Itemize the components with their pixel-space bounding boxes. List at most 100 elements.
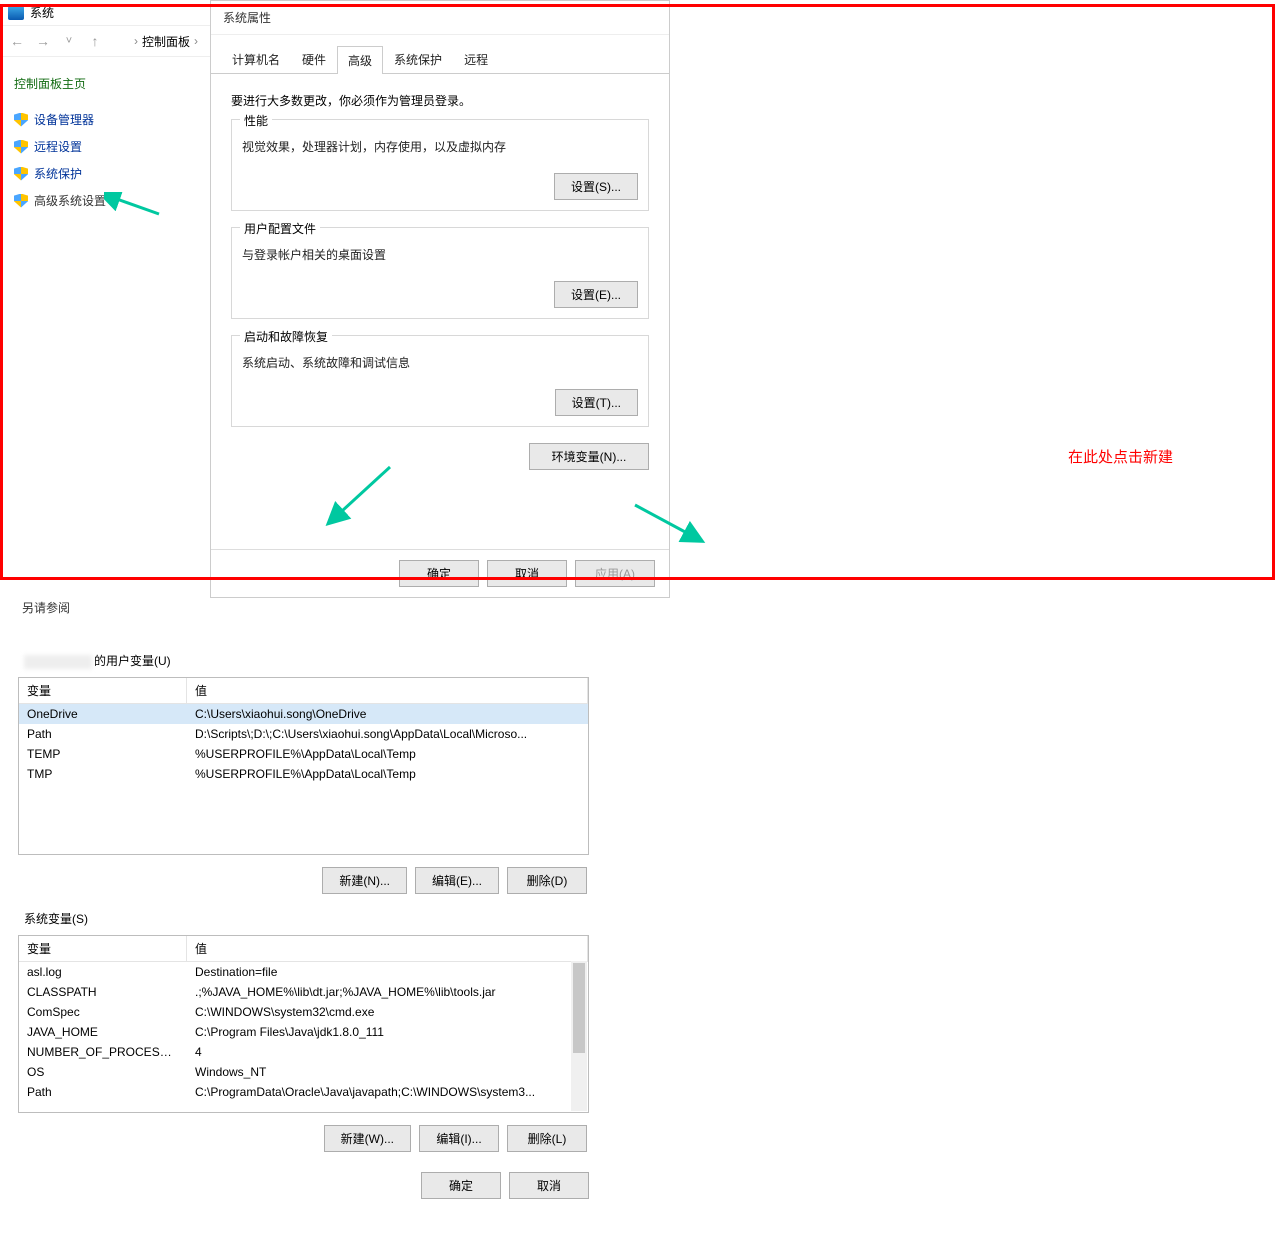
- sys-vars-label: 系统变量(S): [24, 910, 589, 927]
- ok-button[interactable]: 确定: [421, 1172, 501, 1199]
- cell-val: C:\ProgramData\Oracle\Java\javapath;C:\W…: [187, 1082, 588, 1102]
- breadcrumb[interactable]: › 控制面板 ›: [116, 33, 198, 50]
- env-vars-button[interactable]: 环境变量(N)...: [529, 443, 649, 470]
- system-control-panel: 系统 ← → ˅ ↑ › 控制面板 › 控制面板主页 设备管理器 远程设置 系统…: [0, 0, 210, 626]
- up-button[interactable]: ↑: [86, 32, 104, 50]
- table-body: OneDriveC:\Users\xiaohui.song\OneDrivePa…: [19, 704, 588, 854]
- table-row[interactable]: OneDriveC:\Users\xiaohui.song\OneDrive: [19, 704, 588, 724]
- tab-remote[interactable]: 远程: [453, 45, 499, 73]
- table-row[interactable]: NUMBER_OF_PROCESSORS4: [19, 1042, 588, 1062]
- dialog-actions: 确定 取消: [0, 1160, 607, 1211]
- table-row[interactable]: JAVA_HOMEC:\Program Files\Java\jdk1.8.0_…: [19, 1022, 588, 1042]
- startup-settings-button[interactable]: 设置(T)...: [555, 389, 638, 416]
- apply-button[interactable]: 应用(A): [575, 560, 655, 587]
- sidebar-device-manager[interactable]: 设备管理器: [14, 106, 196, 133]
- table-header: 变量 值: [19, 678, 588, 704]
- table-row[interactable]: TMP%USERPROFILE%\AppData\Local\Temp: [19, 764, 588, 784]
- tab-advanced[interactable]: 高级: [337, 46, 383, 74]
- sys-vars-table[interactable]: 变量 值 asl.logDestination=fileCLASSPATH.;%…: [18, 935, 589, 1113]
- nav-bar: ← → ˅ ↑ › 控制面板 ›: [0, 25, 210, 57]
- group-label: 启动和故障恢复: [240, 328, 332, 345]
- sys-vars-buttons: 新建(W)... 编辑(I)... 删除(L): [20, 1125, 587, 1152]
- table-row[interactable]: ComSpecC:\WINDOWS\system32\cmd.exe: [19, 1002, 588, 1022]
- cell-var: TEMP: [19, 744, 187, 764]
- sidebar-system-protection[interactable]: 系统保护: [14, 160, 196, 187]
- group-label: 性能: [240, 112, 272, 129]
- perf-settings-button[interactable]: 设置(S)...: [554, 173, 638, 200]
- sidebar: 控制面板主页 设备管理器 远程设置 系统保护 高级系统设置: [0, 57, 210, 232]
- cell-var: TMP: [19, 764, 187, 784]
- forward-button[interactable]: →: [34, 32, 52, 50]
- tab-bar: 计算机名 硬件 高级 系统保护 远程: [211, 35, 669, 74]
- col-var[interactable]: 变量: [19, 936, 187, 961]
- sys-delete-button[interactable]: 删除(L): [507, 1125, 587, 1152]
- startup-recovery-group: 启动和故障恢复 系统启动、系统故障和调试信息 设置(T)...: [231, 335, 649, 427]
- dialog-actions: 确定 取消 应用(A): [211, 549, 669, 597]
- table-row[interactable]: PathC:\ProgramData\Oracle\Java\javapath;…: [19, 1082, 588, 1102]
- shield-icon: [14, 140, 28, 154]
- tab-system-protection[interactable]: 系统保护: [383, 45, 453, 73]
- blurred-username: [24, 655, 92, 669]
- cancel-button[interactable]: 取消: [487, 560, 567, 587]
- cell-val: Destination=file: [187, 962, 588, 982]
- cell-var: Path: [19, 724, 187, 744]
- table-row[interactable]: asl.logDestination=file: [19, 962, 588, 982]
- user-delete-button[interactable]: 删除(D): [507, 867, 587, 894]
- history-dropdown[interactable]: ˅: [60, 32, 78, 50]
- cancel-button[interactable]: 取消: [509, 1172, 589, 1199]
- cell-val: %USERPROFILE%\AppData\Local\Temp: [187, 764, 588, 784]
- sys-edit-button[interactable]: 编辑(I)...: [419, 1125, 499, 1152]
- annotation-text: 在此处点击新建: [1068, 446, 1173, 467]
- cell-var: CLASSPATH: [19, 982, 187, 1002]
- col-var[interactable]: 变量: [19, 678, 187, 703]
- chevron-right-icon: ›: [194, 34, 198, 48]
- user-new-button[interactable]: 新建(N)...: [322, 867, 407, 894]
- shield-icon: [14, 167, 28, 181]
- cell-val: Windows_NT: [187, 1062, 588, 1082]
- shield-icon: [14, 194, 28, 208]
- col-val[interactable]: 值: [187, 936, 588, 961]
- cell-var: OneDrive: [19, 704, 187, 724]
- system-icon: [8, 6, 24, 20]
- tab-hardware[interactable]: 硬件: [291, 45, 337, 73]
- dialog-body: 要进行大多数更改，你必须作为管理员登录。 性能 视觉效果，处理器计划，内存使用，…: [211, 74, 669, 482]
- dialog-title: 系统属性: [211, 1, 669, 35]
- user-vars-section: 的用户变量(U) 变量 值 OneDriveC:\Users\xiaohui.s…: [0, 626, 607, 902]
- scrollbar-thumb[interactable]: [573, 963, 585, 1053]
- cell-val: 4: [187, 1042, 588, 1062]
- scrollbar[interactable]: [571, 961, 587, 1111]
- sys-vars-section: 系统变量(S) 变量 值 asl.logDestination=fileCLAS…: [0, 902, 607, 1160]
- system-icon: [116, 35, 130, 47]
- table-row[interactable]: PathD:\Scripts\;D:\;C:\Users\xiaohui.son…: [19, 724, 588, 744]
- sidebar-advanced-settings[interactable]: 高级系统设置: [14, 187, 196, 214]
- cell-val: %USERPROFILE%\AppData\Local\Temp: [187, 744, 588, 764]
- sys-new-button[interactable]: 新建(W)...: [324, 1125, 411, 1152]
- tab-computer-name[interactable]: 计算机名: [221, 45, 291, 73]
- ok-button[interactable]: 确定: [399, 560, 479, 587]
- sidebar-remote-settings[interactable]: 远程设置: [14, 133, 196, 160]
- env-vars-dialog: 的用户变量(U) 变量 值 OneDriveC:\Users\xiaohui.s…: [0, 626, 607, 1252]
- table-header: 变量 值: [19, 936, 588, 962]
- chevron-right-icon: ›: [134, 34, 138, 48]
- table-row[interactable]: TEMP%USERPROFILE%\AppData\Local\Temp: [19, 744, 588, 764]
- cell-var: Path: [19, 1082, 187, 1102]
- sidebar-header[interactable]: 控制面板主页: [14, 75, 196, 92]
- window-title: 系统: [30, 4, 54, 21]
- profile-settings-button[interactable]: 设置(E)...: [554, 281, 638, 308]
- user-edit-button[interactable]: 编辑(E)...: [415, 867, 499, 894]
- col-val[interactable]: 值: [187, 678, 588, 703]
- user-vars-table[interactable]: 变量 值 OneDriveC:\Users\xiaohui.song\OneDr…: [18, 677, 589, 855]
- back-button[interactable]: ←: [8, 32, 26, 50]
- group-desc: 视觉效果，处理器计划，内存使用，以及虚拟内存: [242, 138, 638, 155]
- user-vars-label: 的用户变量(U): [24, 652, 589, 669]
- group-label: 用户配置文件: [240, 220, 320, 237]
- table-row[interactable]: CLASSPATH.;%JAVA_HOME%\lib\dt.jar;%JAVA_…: [19, 982, 588, 1002]
- table-row[interactable]: OSWindows_NT: [19, 1062, 588, 1082]
- cell-var: OS: [19, 1062, 187, 1082]
- cell-val: .;%JAVA_HOME%\lib\dt.jar;%JAVA_HOME%\lib…: [187, 982, 588, 1002]
- breadcrumb-item[interactable]: 控制面板: [142, 33, 190, 50]
- group-desc: 系统启动、系统故障和调试信息: [242, 354, 638, 371]
- performance-group: 性能 视觉效果，处理器计划，内存使用，以及虚拟内存 设置(S)...: [231, 119, 649, 211]
- user-vars-buttons: 新建(N)... 编辑(E)... 删除(D): [20, 867, 587, 894]
- cell-val: C:\Program Files\Java\jdk1.8.0_111: [187, 1022, 588, 1042]
